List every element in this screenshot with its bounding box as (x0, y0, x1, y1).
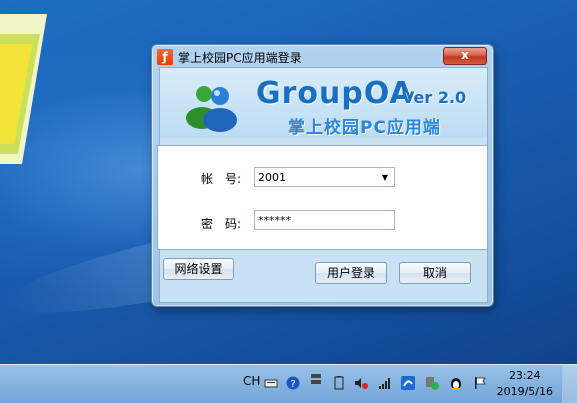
account-label: 帐 号: (201, 172, 242, 186)
product-subtitle: 掌上校园PC应用端 (288, 118, 441, 138)
app-tray-icon[interactable] (401, 376, 415, 390)
login-button[interactable]: 用户登录 (315, 262, 387, 284)
chevron-down-icon[interactable]: ▼ (382, 168, 388, 187)
window-title: 掌上校园PC应用端登录 (178, 51, 302, 65)
clock[interactable]: 23:24 2019/5/16 (497, 368, 553, 400)
account-value: 2001 (258, 171, 286, 184)
flag-icon[interactable] (473, 376, 487, 390)
password-value: ****** (258, 214, 291, 227)
title-bar[interactable]: ƒ 掌上校园PC应用端登录 x (152, 45, 493, 67)
battery-icon[interactable] (332, 376, 346, 390)
credentials-panel: 帐 号: 2001 ▼ 密 码: ****** (157, 145, 488, 250)
ime-indicator[interactable]: CH (243, 374, 260, 388)
password-field[interactable]: ****** (254, 210, 395, 230)
login-dialog: ƒ 掌上校园PC应用端登录 x GroupOA Ver 2.0 掌上校园PC应用… (151, 44, 494, 307)
account-combobox[interactable]: 2001 ▼ (254, 167, 395, 187)
svg-text:?: ? (290, 379, 295, 390)
qq-penguin-icon[interactable] (449, 376, 463, 390)
keyboard-icon[interactable] (264, 376, 278, 390)
close-button[interactable]: x (443, 47, 487, 65)
clock-date: 2019/5/16 (496, 385, 553, 398)
security-shield-icon[interactable] (425, 376, 439, 390)
show-desktop-button[interactable] (562, 365, 577, 403)
network-settings-button[interactable]: 网络设置 (163, 258, 234, 280)
help-icon[interactable]: ? (286, 376, 300, 390)
taskbar: CH ? 23:24 2019/5/16 (0, 364, 577, 403)
users-icon (186, 86, 237, 132)
version-label: Ver 2.0 (402, 88, 467, 107)
dialog-client-area: GroupOA Ver 2.0 掌上校园PC应用端 帐 号: 2001 ▼ 密 … (157, 67, 488, 303)
volume-muted-icon[interactable] (354, 376, 368, 390)
clock-time: 23:24 (508, 369, 541, 382)
cancel-button[interactable]: 取消 (399, 262, 471, 284)
banner: GroupOA Ver 2.0 掌上校园PC应用端 (160, 68, 487, 138)
app-logo-icon: ƒ (157, 49, 173, 65)
password-label: 密 码: (201, 217, 242, 231)
options-icon[interactable] (309, 372, 323, 386)
desktop-decoration-icon (0, 14, 47, 164)
brand-name: GroupOA (256, 76, 414, 111)
signal-icon[interactable] (378, 376, 392, 390)
